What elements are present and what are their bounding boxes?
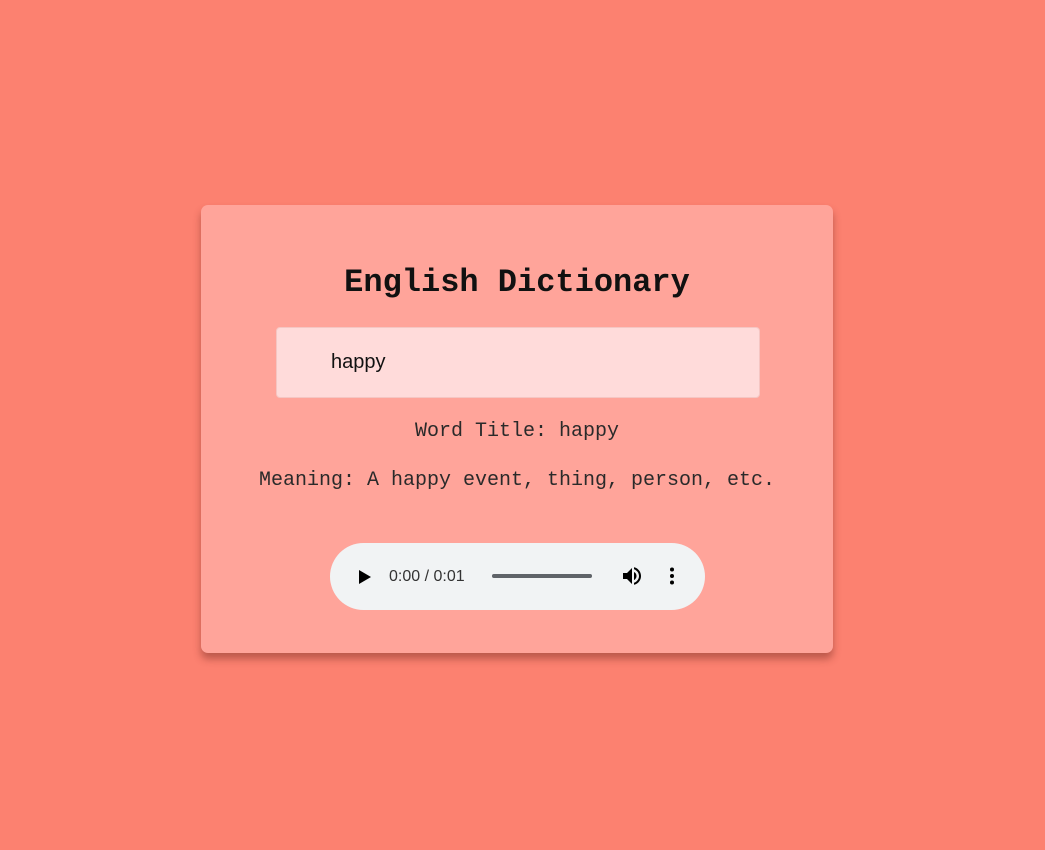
audio-progress-bar[interactable] (492, 573, 592, 579)
more-vertical-icon[interactable] (662, 564, 682, 588)
volume-icon[interactable] (620, 564, 644, 588)
search-input[interactable] (276, 327, 760, 398)
app-title: English Dictionary (344, 264, 690, 301)
word-meaning: Meaning: A happy event, thing, person, e… (258, 469, 776, 492)
audio-time: 0:00 / 0:01 (389, 568, 465, 585)
progress-fill (492, 574, 592, 578)
word-title: Word Title: happy (414, 420, 620, 443)
play-icon[interactable] (352, 565, 376, 589)
dictionary-card: English Dictionary Word Title: happy Mea… (201, 205, 833, 653)
audio-player: 0:00 / 0:01 (330, 543, 705, 610)
